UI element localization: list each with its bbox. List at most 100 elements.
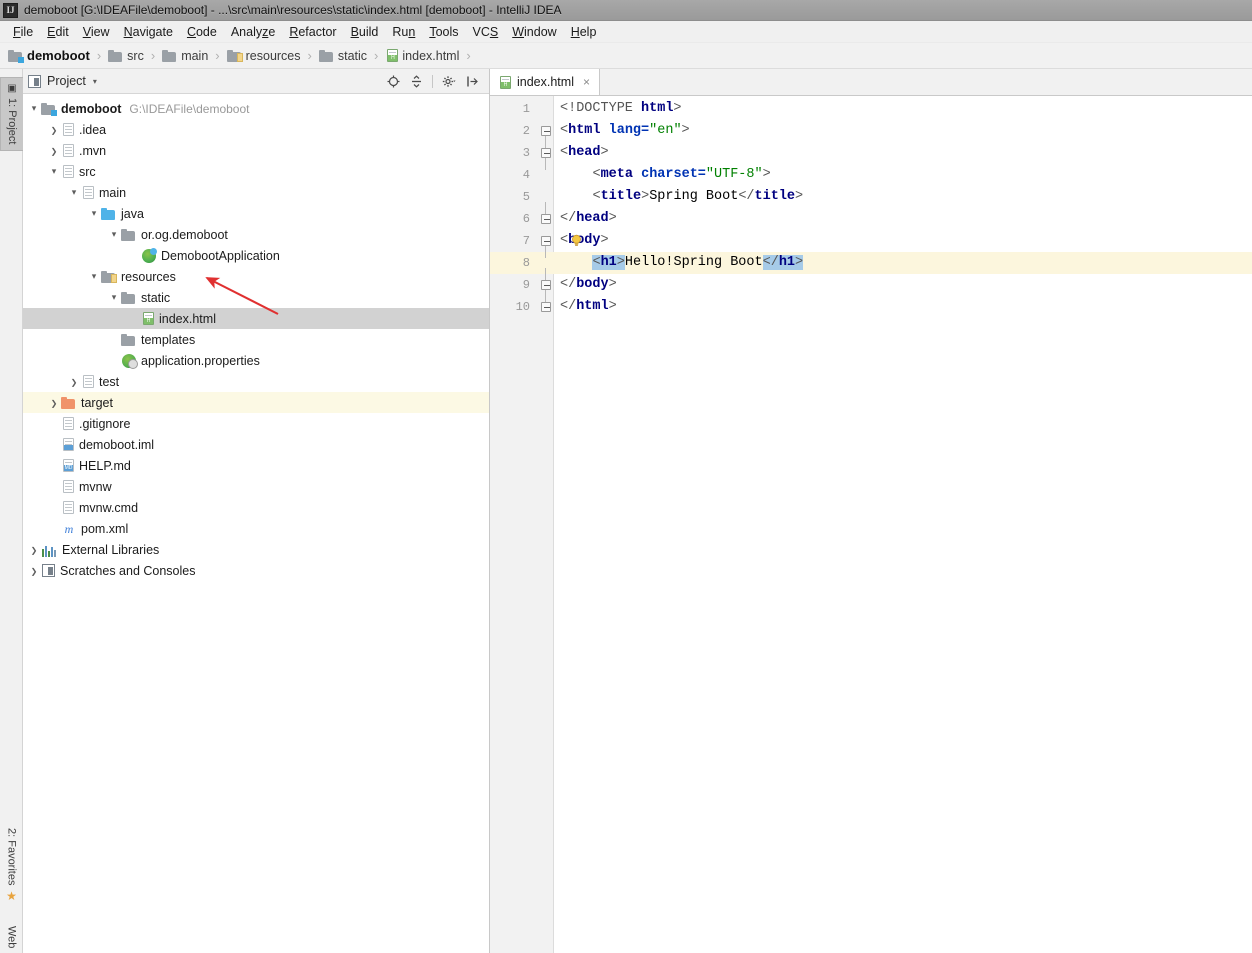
chevron-right-icon[interactable]: [47, 125, 61, 135]
package-folder-icon: [121, 291, 136, 305]
tree-node-test[interactable]: test: [23, 371, 489, 392]
menu-item-code[interactable]: Code: [180, 23, 224, 41]
tree-node-static[interactable]: static: [23, 287, 489, 308]
chevron-down-icon[interactable]: [87, 271, 101, 282]
menu-item-help[interactable]: Help: [564, 23, 604, 41]
menu-item-build[interactable]: Build: [344, 23, 386, 41]
intention-bulb-icon[interactable]: [570, 234, 583, 247]
chevron-down-icon[interactable]: [107, 292, 121, 303]
fold-toggle-icon[interactable]: [541, 280, 551, 290]
chevron-down-icon[interactable]: [67, 187, 81, 198]
fold-toggle-icon[interactable]: [541, 148, 551, 158]
code-token: >: [608, 299, 617, 314]
breadcrumb-item-resources[interactable]: resources: [226, 48, 301, 63]
code-token: </: [762, 255, 779, 270]
menu-item-edit[interactable]: Edit: [40, 23, 76, 41]
tree-node--mvn[interactable]: .mvn: [23, 140, 489, 161]
menu-item-tools[interactable]: Tools: [422, 23, 465, 41]
menu-item-analyze[interactable]: Analyze: [224, 23, 282, 41]
breadcrumb-item-static[interactable]: static: [318, 49, 367, 63]
chevron-down-icon[interactable]: [47, 166, 61, 177]
tree-node-target[interactable]: target: [23, 392, 489, 413]
tree-node-src[interactable]: src: [23, 161, 489, 182]
tree-node-index-html[interactable]: Hindex.html: [23, 308, 489, 329]
project-tree[interactable]: demoboot G:\IDEAFile\demoboot .idea .mvn src…: [23, 94, 489, 953]
close-icon[interactable]: ×: [583, 75, 590, 89]
chevron-right-icon[interactable]: [27, 545, 41, 555]
chevron-down-icon[interactable]: [27, 103, 41, 114]
tree-node-or-og-demoboot[interactable]: or.og.demoboot: [23, 224, 489, 245]
chevron-down-icon[interactable]: ▾: [93, 77, 97, 86]
tool-window-tab-project[interactable]: ▣ 1: Project: [0, 77, 23, 151]
gear-icon[interactable]: [442, 74, 456, 88]
tree-node-external-libraries[interactable]: External Libraries: [23, 539, 489, 560]
tool-window-tab-web[interactable]: Web ◍: [0, 917, 23, 953]
menu-item-run[interactable]: Run: [385, 23, 422, 41]
chevron-down-icon[interactable]: [87, 208, 101, 219]
chevron-down-icon[interactable]: [107, 229, 121, 240]
code-line[interactable]: </body>: [560, 274, 617, 296]
breadcrumb-item-demoboot[interactable]: demoboot: [8, 48, 90, 63]
code-line[interactable]: <html lang="en">: [560, 120, 690, 142]
locate-file-icon[interactable]: [386, 74, 400, 88]
menu-item-refactor[interactable]: Refactor: [282, 23, 343, 41]
fold-toggle-icon[interactable]: [541, 214, 551, 224]
tree-node-java[interactable]: java: [23, 203, 489, 224]
menu-item-navigate[interactable]: Navigate: [117, 23, 180, 41]
fold-toggle-icon[interactable]: [541, 302, 551, 312]
hide-panel-icon[interactable]: [465, 74, 479, 88]
tree-node-templates[interactable]: templates: [23, 329, 489, 350]
tree-node-demoboot-iml[interactable]: demoboot.iml: [23, 434, 489, 455]
tree-node-help-md[interactable]: MD HELP.md: [23, 455, 489, 476]
tree-node-application-properties[interactable]: application.properties: [23, 350, 489, 371]
breadcrumb-separator: ›: [215, 48, 220, 63]
code-line[interactable]: <meta charset="UTF-8">: [592, 164, 770, 186]
tree-node-demobootapplication[interactable]: DemobootApplication: [23, 245, 489, 266]
code-token: "en": [649, 123, 682, 138]
code-line[interactable]: <!DOCTYPE html>: [560, 98, 682, 120]
line-number: 6: [522, 212, 530, 226]
file-icon: [63, 144, 74, 157]
code-token: <: [592, 167, 601, 182]
code-token: >: [681, 123, 690, 138]
breadcrumb-item-main[interactable]: main: [162, 49, 208, 63]
fold-toggle-icon[interactable]: [541, 236, 551, 246]
breadcrumb-item-index-html[interactable]: Hindex.html: [385, 49, 459, 63]
breadcrumb-label: resources: [245, 48, 301, 63]
tree-node-pom-xml[interactable]: m pom.xml: [23, 518, 489, 539]
tree-node--gitignore[interactable]: .gitignore: [23, 413, 489, 434]
tool-window-tab-favorites[interactable]: 2: Favorites ★: [0, 817, 23, 913]
menu-item-view[interactable]: View: [76, 23, 117, 41]
menu-item-file[interactable]: File: [6, 23, 40, 41]
chevron-right-icon[interactable]: [67, 377, 81, 387]
code-line[interactable]: </head>: [560, 208, 617, 230]
tree-node--idea[interactable]: .idea: [23, 119, 489, 140]
menu-item-vcs[interactable]: VCS: [466, 23, 506, 41]
tree-node-mvnw-cmd[interactable]: mvnw.cmd: [23, 497, 489, 518]
breadcrumb-item-src[interactable]: src: [108, 49, 144, 63]
tree-node-main[interactable]: main: [23, 182, 489, 203]
chevron-right-icon[interactable]: [47, 146, 61, 156]
tree-node-scratches-and-consoles[interactable]: Scratches and Consoles: [23, 560, 489, 581]
chevron-right-icon[interactable]: [27, 566, 41, 576]
code-folding-gutter[interactable]: [538, 96, 554, 953]
tree-node-resources[interactable]: resources: [23, 266, 489, 287]
project-icon: [28, 74, 41, 88]
properties-file-icon: [122, 353, 138, 369]
code-line[interactable]: <title>Spring Boot</title>: [592, 186, 803, 208]
code-editor[interactable]: 1 2 3 4 5 6 7 8 9 10 <!DOCTYPE html> <html lang="e…: [490, 96, 1252, 953]
code-line[interactable]: <body>: [560, 230, 609, 252]
code-line[interactable]: <h1>Hello!Spring Boot</h1>: [592, 252, 804, 274]
tree-node-label: resources: [121, 269, 176, 284]
breadcrumb-separator: ›: [150, 48, 156, 63]
menu-item-window[interactable]: Window: [505, 23, 563, 41]
chevron-right-icon[interactable]: [47, 398, 61, 408]
code-text-area[interactable]: <!DOCTYPE html> <html lang="en"> <head> <me…: [554, 96, 1252, 953]
collapse-all-icon[interactable]: [409, 74, 423, 88]
fold-toggle-icon[interactable]: [541, 126, 551, 136]
code-line[interactable]: </html>: [560, 296, 617, 318]
code-line[interactable]: <head>: [560, 142, 609, 164]
editor-tab-index-html[interactable]: H index.html ×: [490, 69, 600, 95]
tree-node-demoboot[interactable]: demoboot G:\IDEAFile\demoboot: [23, 98, 489, 119]
tree-node-mvnw[interactable]: mvnw: [23, 476, 489, 497]
